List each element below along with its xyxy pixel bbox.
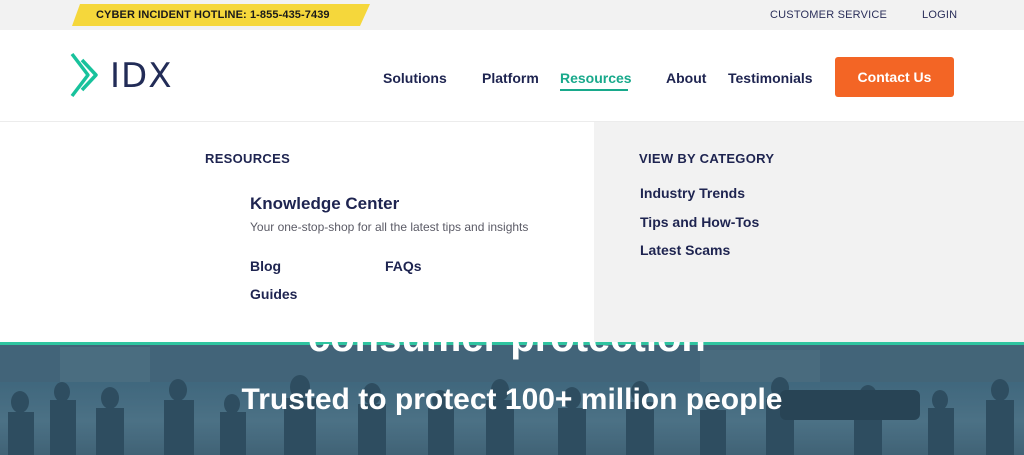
resources-mega-menu: RESOURCES Knowledge Center Your one-stop… — [0, 122, 1024, 342]
contact-us-button[interactable]: Contact Us — [835, 57, 954, 97]
resources-heading: RESOURCES — [205, 151, 291, 166]
hero-section: consumer protection Trusted to protect 1… — [0, 342, 1024, 455]
customer-service-link[interactable]: CUSTOMER SERVICE — [770, 9, 887, 21]
hero-heading: consumer protection — [308, 342, 706, 361]
login-link[interactable]: LOGIN — [922, 9, 957, 21]
hotline-text[interactable]: CYBER INCIDENT HOTLINE: 1-855-435-7439 — [96, 9, 330, 21]
knowledge-center-link[interactable]: Knowledge Center — [250, 194, 399, 214]
nav-platform[interactable]: Platform — [482, 70, 539, 86]
nav-solutions[interactable]: Solutions — [383, 70, 447, 86]
category-tips-and-how-tos[interactable]: Tips and How-Tos — [640, 214, 759, 230]
nav-testimonials[interactable]: Testimonials — [728, 70, 813, 86]
nav-about[interactable]: About — [666, 70, 706, 86]
hotline-banner[interactable]: CYBER INCIDENT HOTLINE: 1-855-435-7439 — [72, 4, 370, 26]
idx-logo[interactable]: IDX — [68, 52, 188, 100]
nav-active-underline — [560, 89, 628, 91]
logo-wordmark: IDX — [110, 56, 173, 96]
blog-link[interactable]: Blog — [250, 258, 281, 274]
guides-link[interactable]: Guides — [250, 286, 297, 302]
category-industry-trends[interactable]: Industry Trends — [640, 185, 745, 201]
faqs-link[interactable]: FAQs — [385, 258, 422, 274]
category-latest-scams[interactable]: Latest Scams — [640, 242, 730, 258]
nav-resources[interactable]: Resources — [560, 70, 632, 86]
utility-bar: CYBER INCIDENT HOTLINE: 1-855-435-7439 C… — [0, 0, 1024, 30]
main-header: IDX Solutions Platform Resources About T… — [0, 30, 1024, 122]
hero-subheading: Trusted to protect 100+ million people — [241, 383, 783, 416]
view-by-category-heading: VIEW BY CATEGORY — [639, 151, 775, 166]
knowledge-center-description: Your one-stop-shop for all the latest ti… — [250, 220, 529, 234]
chevron-logo-icon — [70, 52, 98, 98]
